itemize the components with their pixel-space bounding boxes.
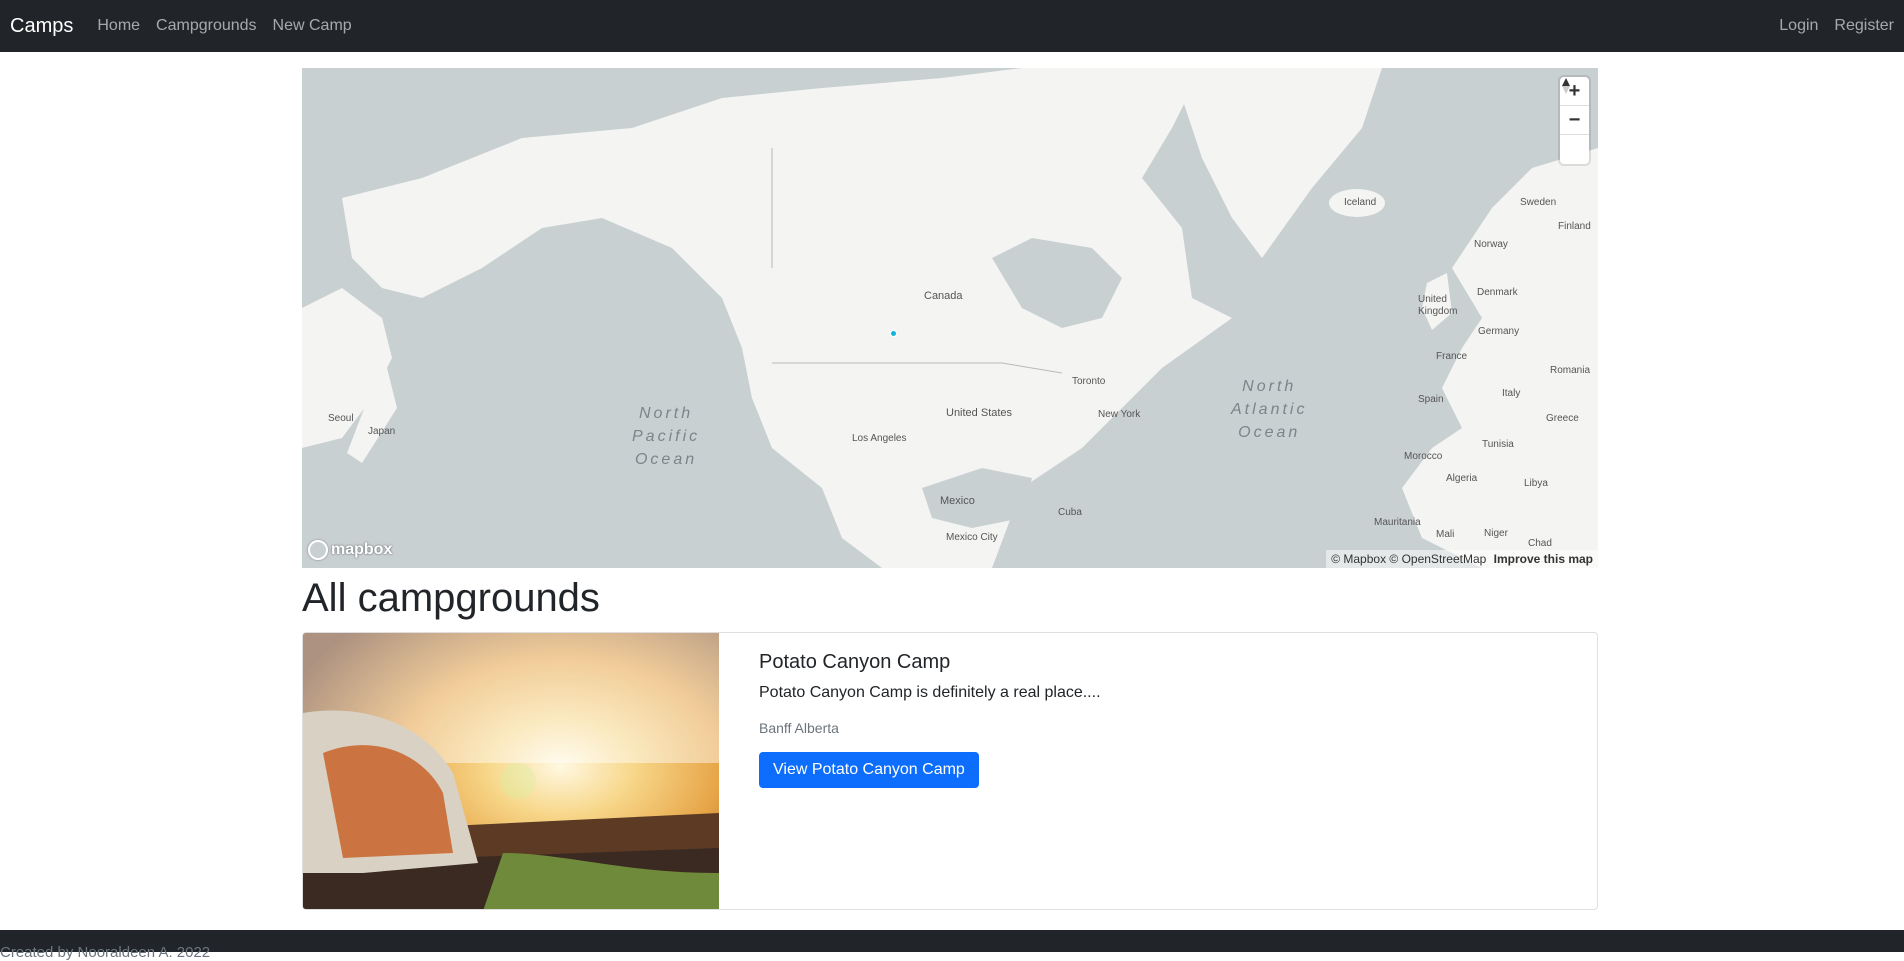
map-navigation-control: + −: [1560, 77, 1589, 164]
map-label-new-york: New York: [1098, 409, 1141, 420]
campground-location: Banff Alberta: [759, 720, 839, 736]
map-label-mexico-city: Mexico City: [946, 532, 998, 543]
view-campground-button[interactable]: View Potato Canyon Camp: [759, 752, 979, 788]
map-label-romania: Romania: [1550, 365, 1591, 376]
map-label-north-pacific-ocean: North Pacific Ocean: [632, 405, 701, 468]
zoom-out-button[interactable]: −: [1560, 106, 1589, 135]
nav-right-group: Login Register: [1763, 17, 1894, 35]
map-label-toronto: Toronto: [1072, 376, 1106, 387]
cluster-map[interactable]: Canada United States Mexico Mexico City …: [302, 68, 1598, 568]
map-label-united-kingdom: United Kingdom: [1418, 294, 1458, 317]
map-label-chad: Chad: [1528, 538, 1552, 549]
map-label-north-atlantic-ocean: North Atlantic Ocean: [1231, 378, 1308, 441]
map-label-algeria: Algeria: [1446, 473, 1478, 484]
map-label-norway: Norway: [1474, 239, 1508, 250]
campground-card-body: Potato Canyon Camp Potato Canyon Camp is…: [719, 633, 1141, 909]
map-label-greece: Greece: [1546, 413, 1579, 424]
attribution-text[interactable]: © Mapbox © OpenStreetMap: [1331, 552, 1486, 566]
footer: Created by Nooraldeen A. 2022: [0, 930, 1904, 961]
campground-marker[interactable]: [890, 330, 897, 337]
map-basemap: [302, 68, 1598, 568]
mapbox-logo-icon: [308, 540, 328, 560]
footer-text: Created by Nooraldeen A. 2022: [0, 944, 211, 961]
map-attribution: © Mapbox © OpenStreetMap Improve this ma…: [1326, 550, 1598, 568]
map-label-united-states: United States: [946, 407, 1013, 419]
map-label-mexico: Mexico: [940, 495, 975, 507]
campground-photo: [303, 633, 719, 909]
map-label-france: France: [1436, 351, 1468, 362]
map-label-mauritania: Mauritania: [1374, 517, 1421, 528]
map-label-los-angeles: Los Angeles: [852, 433, 907, 444]
map-label-italy: Italy: [1502, 388, 1521, 399]
page-title: All campgrounds: [302, 576, 600, 620]
map-label-canada: Canada: [924, 290, 963, 302]
mapbox-logo-text: mapbox: [331, 541, 393, 558]
brand-link[interactable]: Camps: [10, 15, 73, 38]
map-label-morocco: Morocco: [1404, 451, 1443, 462]
map-label-cuba: Cuba: [1058, 507, 1082, 518]
map-label-niger: Niger: [1484, 528, 1508, 539]
campground-image: [303, 633, 719, 909]
compass-icon: [1562, 78, 1570, 94]
mapbox-logo[interactable]: mapbox: [308, 540, 392, 560]
map-label-tunisia: Tunisia: [1482, 439, 1514, 450]
improve-map-link[interactable]: Improve this map: [1494, 552, 1593, 566]
map-label-spain: Spain: [1418, 394, 1444, 405]
map-label-sweden: Sweden: [1520, 197, 1557, 208]
nav-new-camp-link[interactable]: New Camp: [273, 17, 352, 35]
map-label-japan: Japan: [368, 426, 396, 437]
nav-login-link[interactable]: Login: [1779, 17, 1818, 35]
campground-card: Potato Canyon Camp Potato Canyon Camp is…: [302, 632, 1598, 910]
map-label-germany: Germany: [1478, 326, 1520, 337]
map-label-seoul: Seoul: [328, 413, 354, 424]
navbar: Camps Home Campgrounds New Camp Login Re…: [0, 0, 1904, 52]
map-label-iceland: Iceland: [1344, 197, 1377, 208]
map-label-denmark: Denmark: [1477, 287, 1518, 298]
map-label-finland: Finland: [1558, 221, 1591, 232]
map-label-mali: Mali: [1436, 529, 1455, 540]
compass-button[interactable]: [1560, 78, 1589, 164]
map-label-libya: Libya: [1524, 478, 1548, 489]
nav-campgrounds-link[interactable]: Campgrounds: [156, 17, 257, 35]
campground-title: Potato Canyon Camp: [759, 651, 951, 673]
campground-description: Potato Canyon Camp is definitely a real …: [759, 684, 1101, 701]
nav-home-link[interactable]: Home: [97, 17, 140, 35]
nav-register-link[interactable]: Register: [1834, 17, 1894, 35]
